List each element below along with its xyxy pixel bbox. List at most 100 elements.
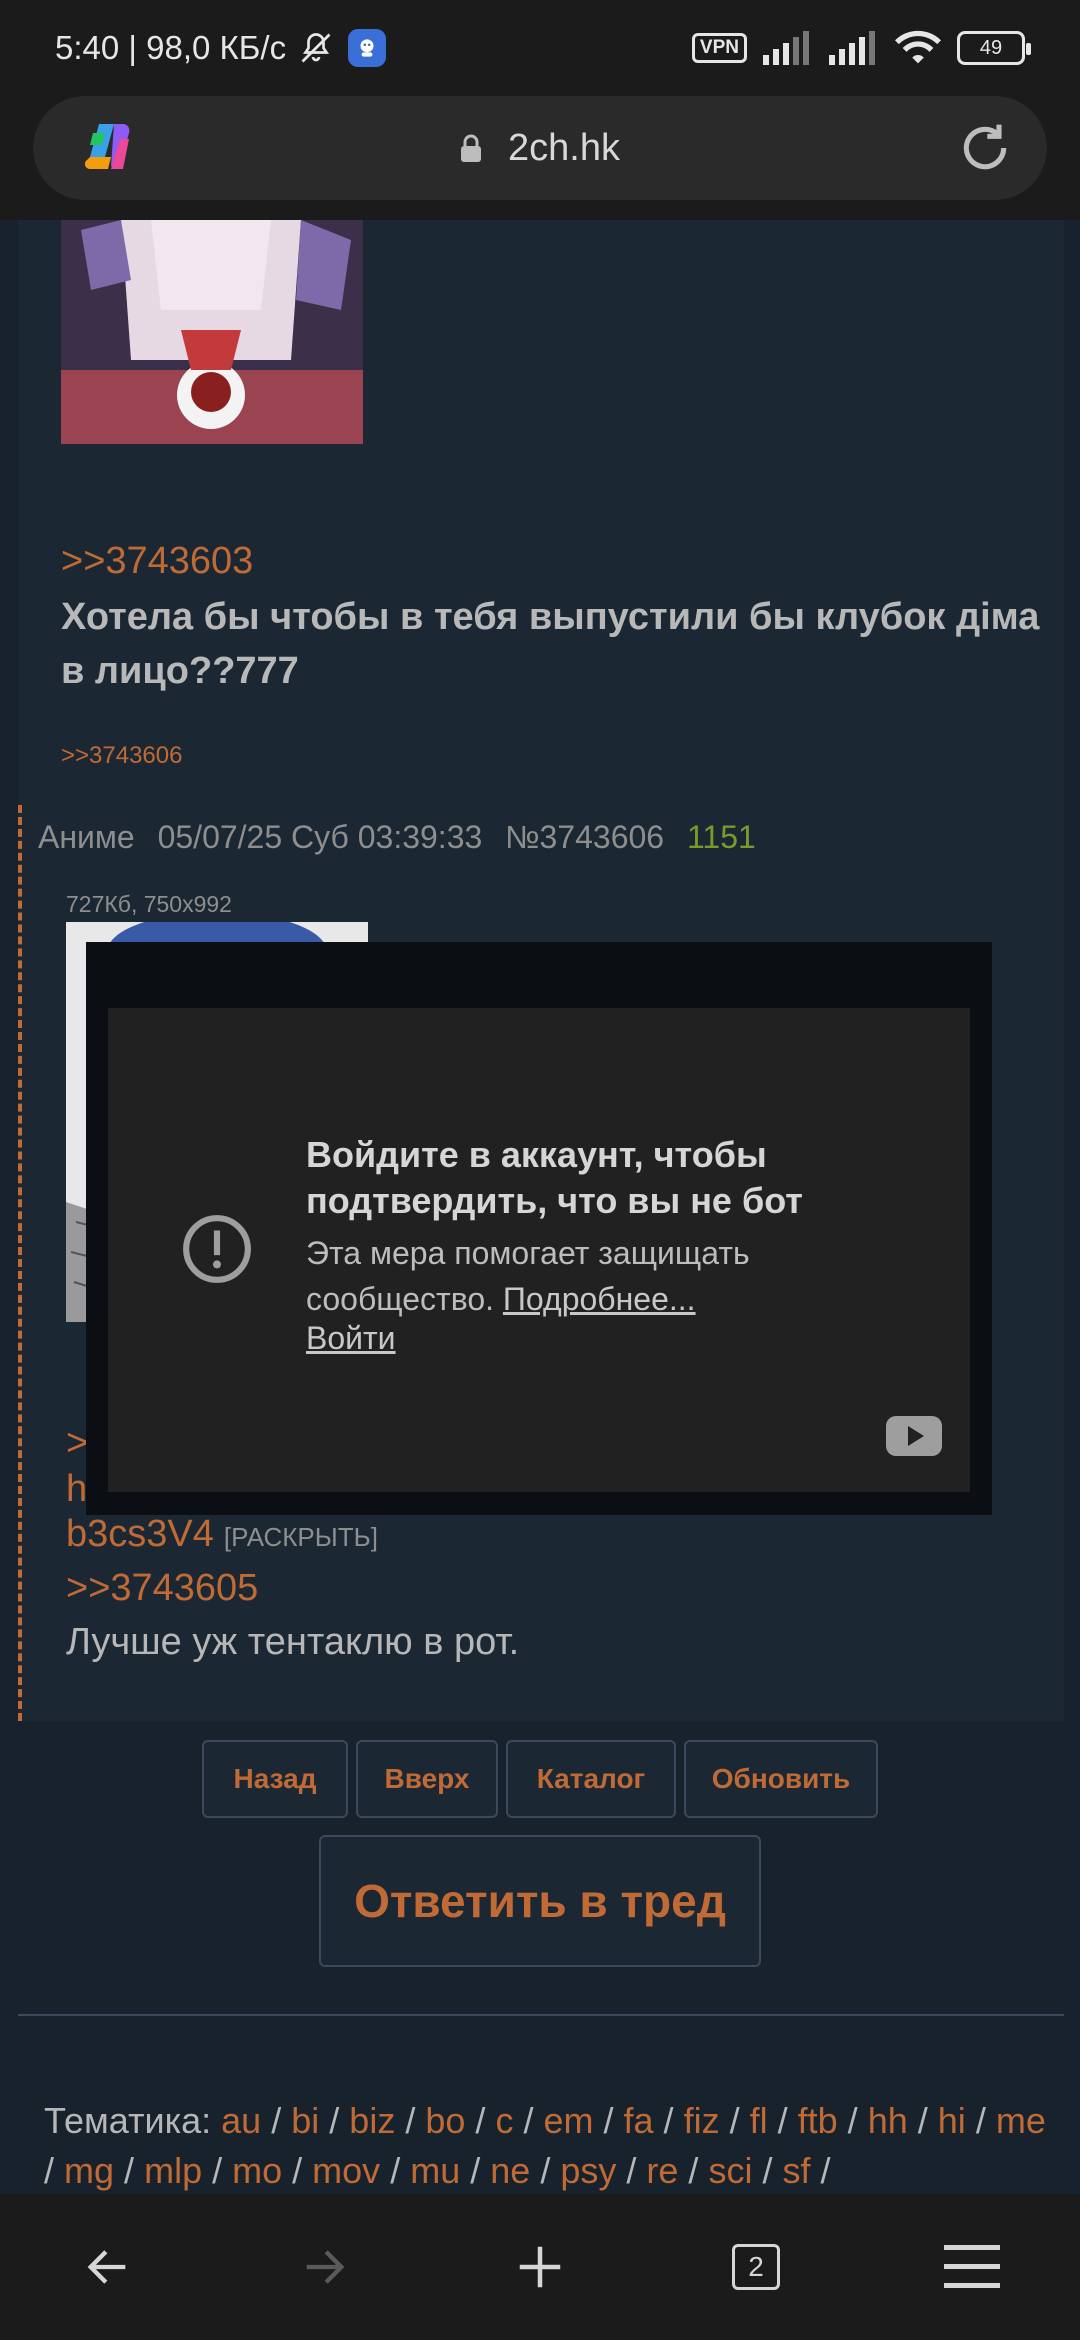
topic-link[interactable]: me	[996, 2100, 1046, 2141]
topic-link[interactable]: fl	[750, 2100, 768, 2141]
url-bar[interactable]: 2ch.hk	[33, 96, 1047, 200]
alert-icon	[183, 1215, 251, 1283]
menu-button[interactable]	[932, 2227, 1012, 2307]
post-image-thumbnail[interactable]	[61, 220, 363, 444]
topic-link[interactable]: hi	[938, 2100, 966, 2141]
topic-link[interactable]: mo	[232, 2150, 282, 2191]
login-link[interactable]: Войти	[306, 1320, 396, 1357]
reply-reference-link-2[interactable]: >>3743605	[66, 1567, 258, 1610]
learn-more-link[interactable]: Подробнее...	[503, 1281, 696, 1317]
topics-label: Тематика:	[44, 2100, 212, 2141]
up-button[interactable]: Вверх	[356, 1740, 498, 1818]
tabs-button[interactable]: 2	[716, 2227, 796, 2307]
battery-indicator: 49	[957, 31, 1031, 65]
backreference-link[interactable]: >>3743606	[61, 742, 182, 770]
post-meta: Аниме 05/07/25 Суб 03:39:33 №3743606 115…	[38, 819, 756, 856]
signal-icon-2	[829, 31, 875, 65]
topic-separator: /	[810, 2150, 831, 2191]
topic-separator: /	[719, 2100, 740, 2141]
status-bar: 5:40 | 98,0 КБ/с VPN 49	[0, 0, 1080, 96]
topic-separator: /	[965, 2100, 986, 2141]
topic-separator: /	[837, 2100, 858, 2141]
post-body: Лучше уж тентаклю в рот.	[66, 1621, 520, 1663]
status-left: 5:40 | 98,0 КБ/с	[55, 29, 387, 67]
short-link[interactable]: b3cs3V4	[66, 1513, 214, 1555]
forward-nav-button[interactable]	[284, 2227, 364, 2307]
plus-icon	[519, 2246, 561, 2288]
topic-link[interactable]: fiz	[684, 2100, 720, 2141]
topic-separator: /	[752, 2150, 773, 2191]
topic-link[interactable]: hh	[868, 2100, 908, 2141]
post-short-link-row: b3cs3V4 [РАСКРЫТЬ]	[66, 1513, 378, 1556]
arrow-right-icon	[306, 2250, 345, 2284]
lock-icon	[461, 134, 482, 162]
status-time-speed: 5:40 | 98,0 КБ/с	[55, 29, 287, 66]
topic-separator: /	[460, 2150, 481, 2191]
browser-bottom-nav: 2	[0, 2194, 1080, 2340]
reload-icon[interactable]	[957, 120, 1013, 176]
reply-thread-button[interactable]: Ответить в тред	[319, 1835, 761, 1967]
topic-separator: /	[593, 2100, 614, 2141]
topic-separator: /	[114, 2150, 135, 2191]
topic-link[interactable]: mov	[312, 2150, 380, 2191]
topic-link[interactable]: fa	[624, 2100, 654, 2141]
topic-link[interactable]: mu	[410, 2150, 460, 2191]
topic-separator: /	[678, 2150, 699, 2191]
post-text: Хотела бы чтобы в тебя выпустили бы клуб…	[61, 596, 1040, 692]
topic-link[interactable]: au	[221, 2100, 261, 2141]
url-display[interactable]: 2ch.hk	[33, 127, 1047, 170]
topic-separator: /	[395, 2100, 416, 2141]
topic-link[interactable]: c	[495, 2100, 513, 2141]
reply-reference-link[interactable]: >>3743603	[61, 540, 253, 583]
topic-link[interactable]: ftb	[798, 2100, 838, 2141]
topic-link[interactable]: bi	[291, 2100, 319, 2141]
back-button[interactable]: Назад	[202, 1740, 348, 1818]
topic-link[interactable]: mg	[64, 2150, 114, 2191]
embed-login-prompt: Войдите в аккаунт, чтобы подтвердить, чт…	[108, 1008, 970, 1492]
topic-separator: /	[530, 2150, 551, 2191]
topic-link[interactable]: bo	[425, 2100, 465, 2141]
topic-link[interactable]: ne	[490, 2150, 530, 2191]
catalog-button[interactable]: Каталог	[506, 1740, 676, 1818]
post-number[interactable]: №3743606	[505, 819, 664, 855]
topic-link[interactable]: re	[646, 2150, 678, 2191]
thread-nav-buttons: Назад Вверх Каталог Обновить	[0, 1740, 1080, 1818]
back-nav-button[interactable]	[68, 2227, 148, 2307]
browser-toolbar: 2ch.hk	[0, 96, 1080, 220]
topic-separator: /	[616, 2150, 637, 2191]
topic-separator: /	[907, 2100, 928, 2141]
topic-link[interactable]: sf	[782, 2150, 810, 2191]
topic-link[interactable]: mlp	[144, 2150, 202, 2191]
topics-list: Тематика: au / bi / biz / bo / c / em / …	[44, 2096, 1054, 2194]
url-text: 2ch.hk	[508, 126, 620, 169]
status-right: VPN 49	[691, 30, 1031, 66]
app-notification-icon	[348, 29, 387, 67]
topic-link[interactable]: biz	[349, 2100, 395, 2141]
topic-separator: /	[202, 2150, 223, 2191]
topic-link[interactable]: sci	[708, 2150, 752, 2191]
arrow-left-icon	[87, 2250, 126, 2284]
topic-link[interactable]: em	[543, 2100, 593, 2141]
post-date: 05/07/25 Суб 03:39:33	[157, 819, 483, 855]
post-count: 1151	[686, 819, 756, 855]
post-link-fragment-1[interactable]: >	[66, 1422, 88, 1465]
youtube-embed[interactable]: Войдите в аккаунт, чтобы подтвердить, чт…	[86, 942, 992, 1515]
topic-separator: /	[380, 2150, 401, 2191]
topic-separator: /	[44, 2150, 55, 2191]
anime-thumbnail-graphic	[61, 220, 363, 444]
topic-separator: /	[767, 2100, 788, 2141]
youtube-icon[interactable]	[886, 1416, 942, 1456]
topic-link[interactable]: psy	[560, 2150, 616, 2191]
post-link-fragment-2[interactable]: h	[66, 1468, 87, 1511]
new-tab-button[interactable]	[500, 2227, 580, 2307]
file-info: 727Кб, 750x992	[66, 891, 232, 917]
topic-separator: /	[319, 2100, 340, 2141]
signal-icon	[763, 31, 809, 65]
tabs-count-icon: 2	[732, 2244, 780, 2290]
vpn-badge: VPN	[691, 33, 747, 63]
expand-link[interactable]: [РАСКРЫТЬ]	[224, 1522, 378, 1552]
embed-title: Войдите в аккаунт, чтобы подтвердить, чт…	[306, 1134, 803, 1221]
refresh-button[interactable]: Обновить	[684, 1740, 878, 1818]
post-author: Аниме	[38, 819, 135, 855]
menu-icon	[944, 2245, 1000, 2288]
